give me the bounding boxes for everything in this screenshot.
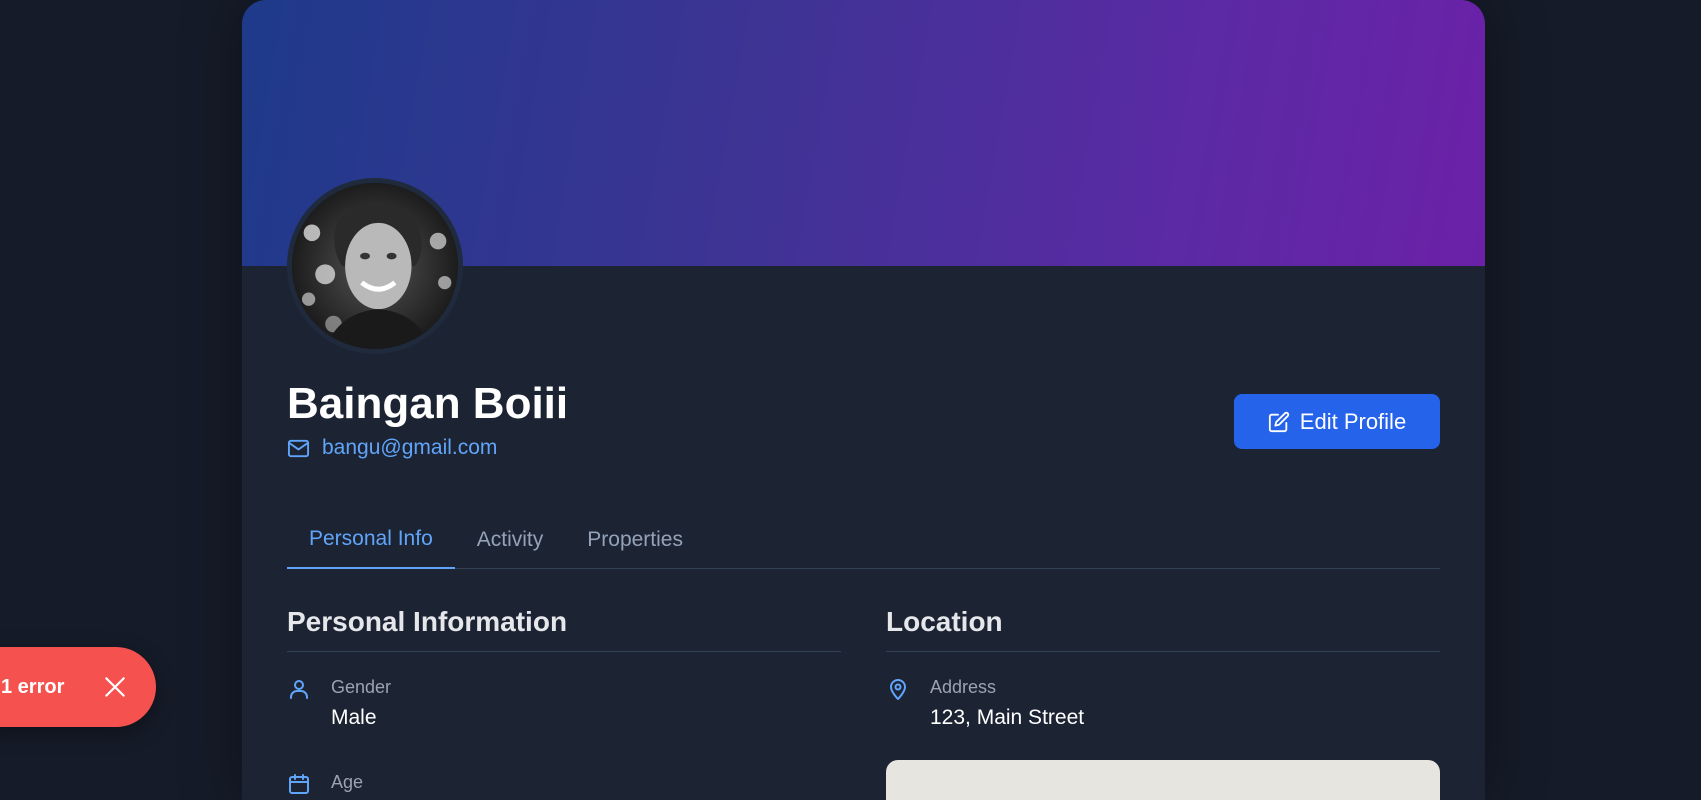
personal-info-heading: Personal Information: [287, 600, 841, 652]
error-toast-text: 1 error: [1, 675, 65, 698]
location-heading: Location: [886, 600, 1440, 652]
location-section: Location Address 123, Main Street: [886, 600, 1440, 800]
location-map[interactable]: [886, 760, 1440, 800]
tab-personal-info[interactable]: Personal Info: [287, 511, 455, 569]
profile-email[interactable]: bangu@gmail.com: [287, 436, 497, 460]
gender-field: Gender Male: [287, 675, 841, 731]
avatar-photo: [292, 183, 458, 349]
avatar: [287, 178, 463, 354]
age-field: Age: [287, 770, 363, 796]
email-text: bangu@gmail.com: [322, 436, 498, 459]
tab-activity[interactable]: Activity: [455, 511, 566, 569]
gender-label: Gender: [331, 677, 392, 697]
age-label: Age: [331, 772, 364, 792]
edit-icon: [1268, 411, 1289, 432]
map-pin-icon: [890, 679, 906, 700]
tab-properties[interactable]: Properties: [565, 511, 705, 569]
calendar-icon: [289, 774, 309, 794]
profile-card: Baingan Boiii bangu@gmail.com Edit Profi…: [242, 0, 1485, 800]
close-icon[interactable]: [102, 674, 128, 700]
gender-value: Male: [331, 706, 377, 729]
error-toast: 1 error: [0, 647, 156, 727]
profile-name: Baingan Boiii: [287, 379, 569, 428]
address-field: Address 123, Main Street: [886, 675, 1440, 731]
user-icon: [290, 680, 308, 699]
edit-profile-button[interactable]: Edit Profile: [1234, 394, 1440, 449]
edit-profile-label: Edit Profile: [1299, 408, 1407, 434]
address-label: Address: [930, 677, 997, 697]
personal-info-section: Personal Information Gender Male Age: [287, 600, 841, 794]
address-value: 123, Main Street: [930, 706, 1085, 729]
profile-tabs: Personal Info Activity Properties: [287, 511, 1440, 569]
mail-icon: [287, 439, 310, 457]
